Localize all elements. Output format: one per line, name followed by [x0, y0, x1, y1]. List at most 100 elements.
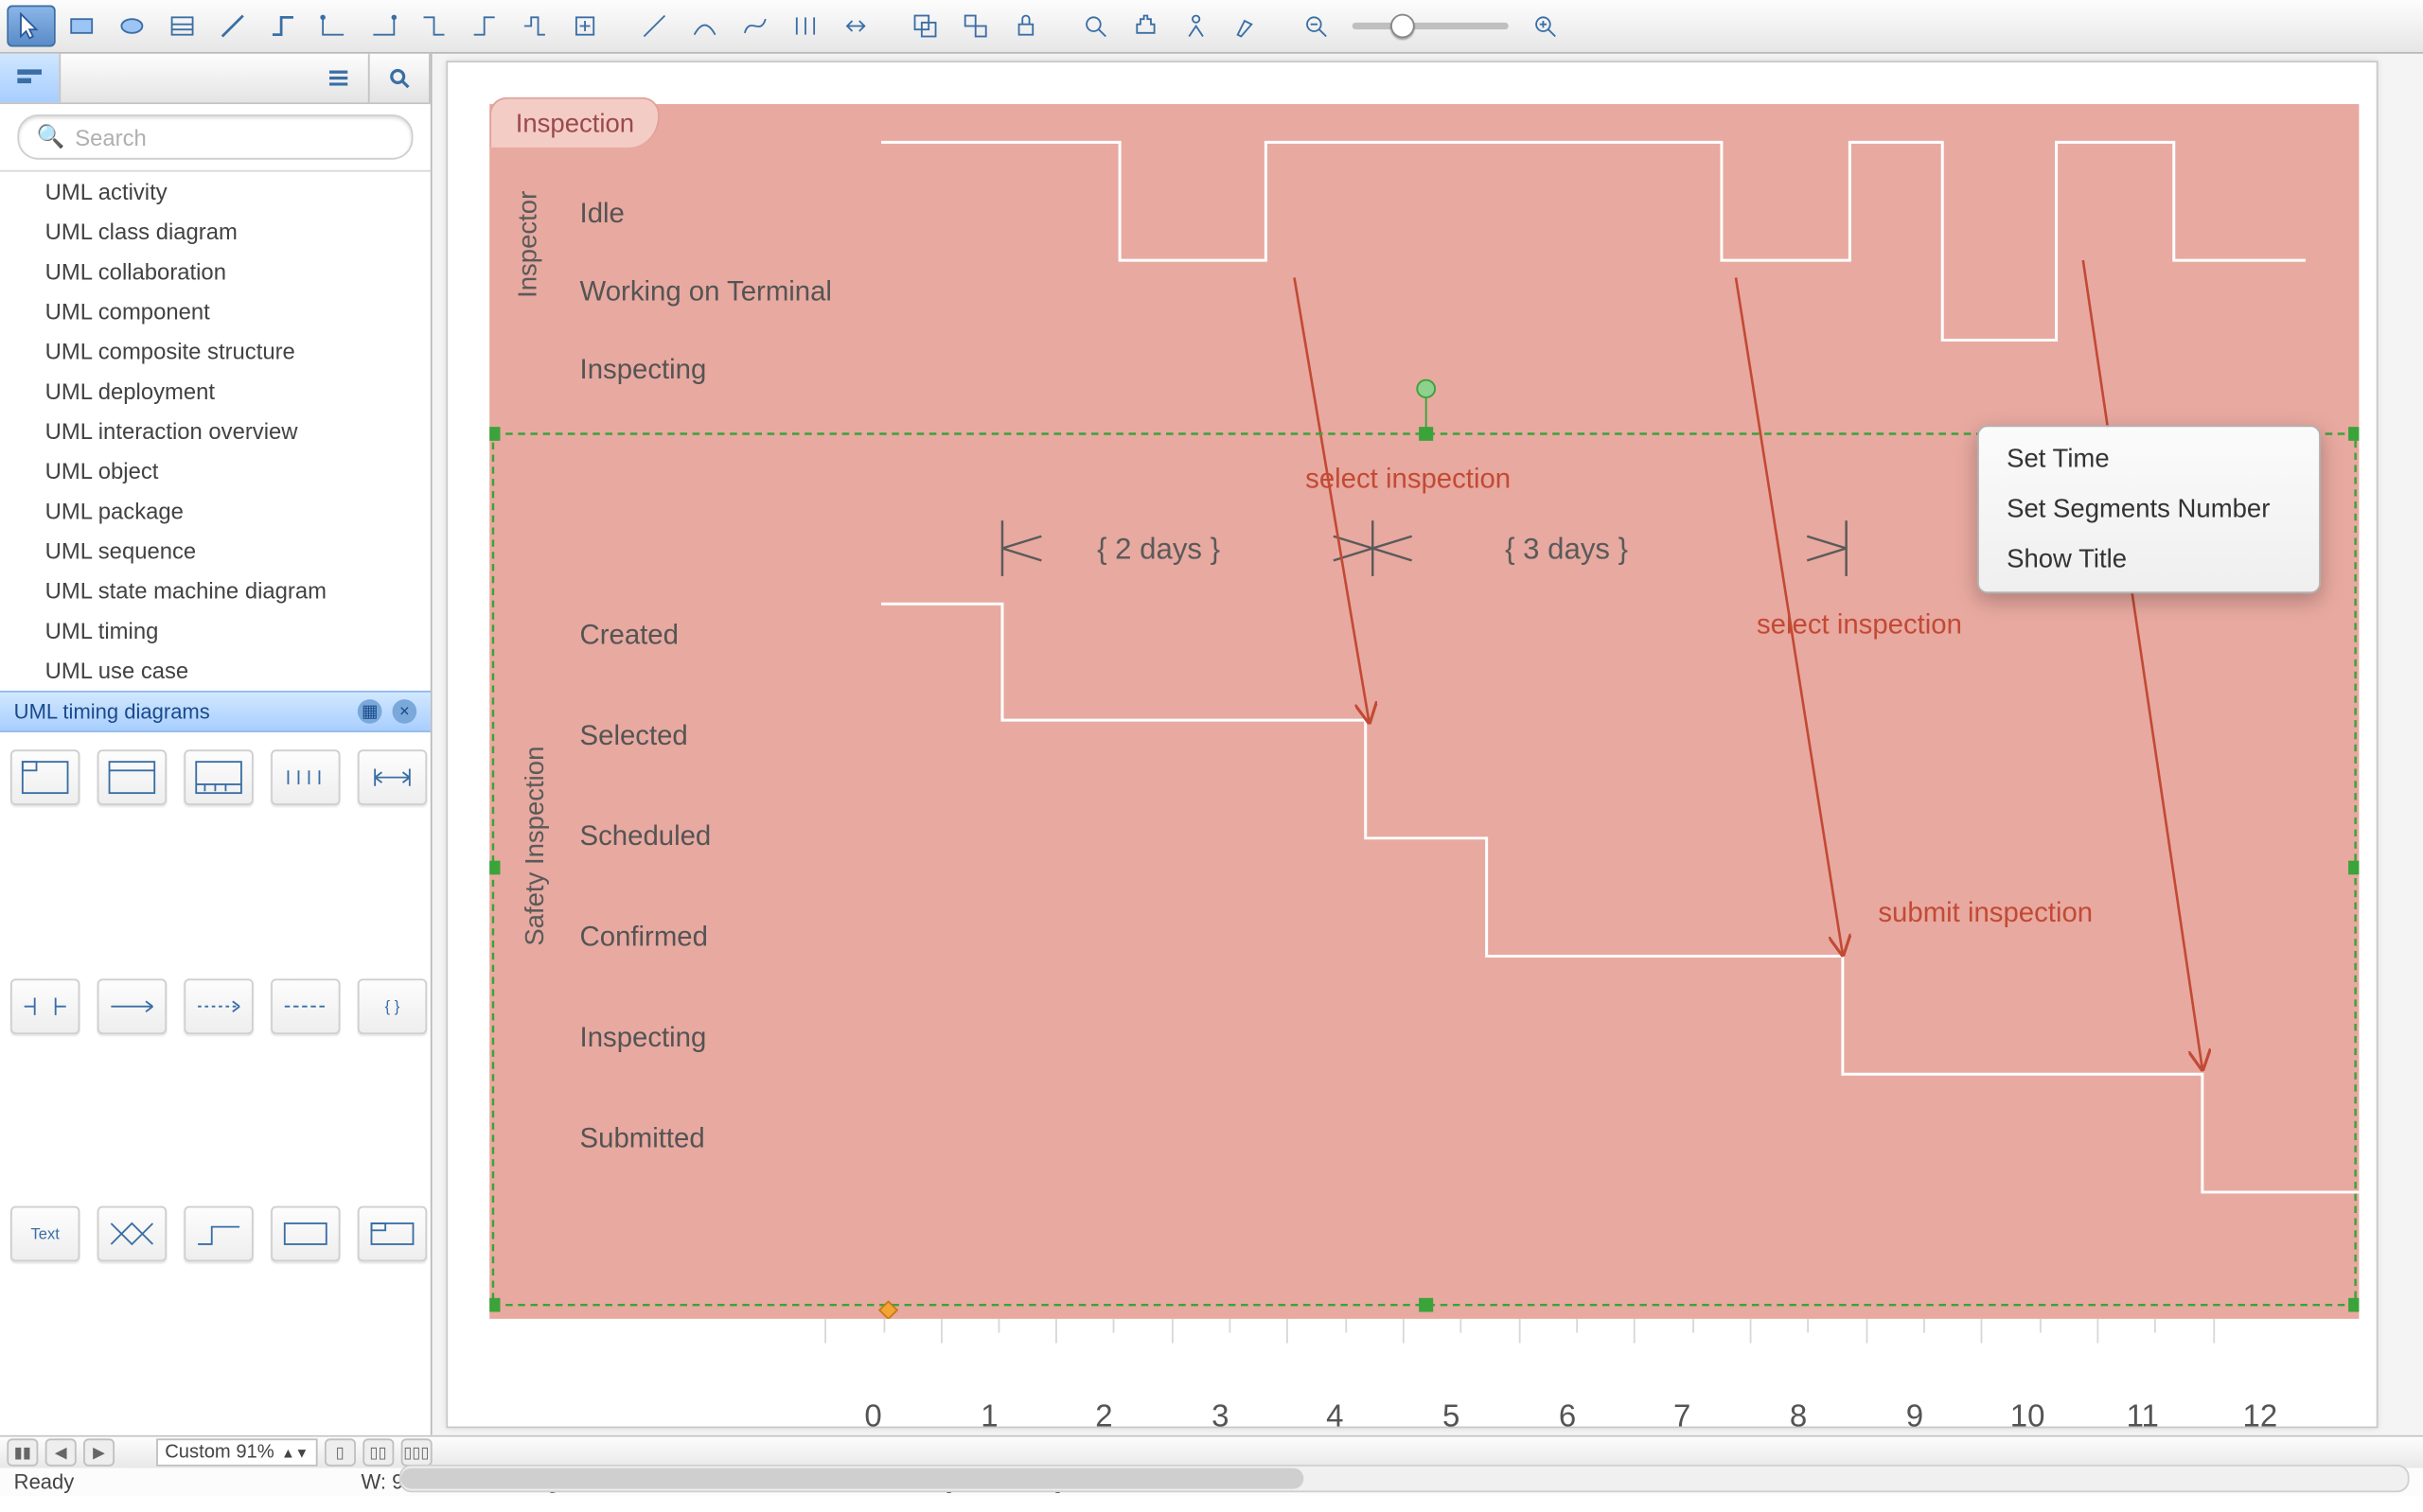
message-label: submit inspection — [1878, 899, 2093, 930]
lib-item[interactable]: UML activity — [0, 172, 431, 212]
stencil-panel-title[interactable]: UML timing diagrams ▦ × — [0, 691, 431, 732]
sidebar: 🔍 Search UML activity UML class diagram … — [0, 54, 433, 1435]
lib-item[interactable]: UML package — [0, 491, 431, 531]
highlight-tool[interactable] — [1222, 6, 1270, 47]
stencil-arrows[interactable] — [358, 749, 427, 805]
pan-tool[interactable] — [1122, 6, 1170, 47]
top-toolbar — [0, 0, 2423, 54]
tool-group-lines — [630, 6, 880, 47]
lib-item[interactable]: UML sequence — [0, 531, 431, 571]
ctx-set-time[interactable]: Set Time — [1979, 434, 2319, 484]
export-tool[interactable] — [560, 6, 609, 47]
stencil-empty[interactable] — [271, 1206, 340, 1262]
zoom-slider[interactable] — [1353, 23, 1509, 29]
lib-item[interactable]: UML use case — [0, 651, 431, 691]
route2-tool[interactable] — [360, 6, 408, 47]
route3-tool[interactable] — [410, 6, 458, 47]
timing-diagram[interactable]: Inspection Inspector Safety Inspection I… — [489, 104, 2359, 1319]
message-label: select inspection — [1757, 611, 1962, 642]
stencil-tab[interactable] — [358, 1206, 427, 1262]
duration-constraint: { 3 days } — [1505, 533, 1628, 568]
stencil-text[interactable]: Text — [10, 1206, 80, 1262]
route5-tool[interactable] — [510, 6, 558, 47]
zoom-tool[interactable] — [1071, 6, 1120, 47]
zoom-out-button[interactable] — [1291, 6, 1339, 47]
sidebar-tab-list[interactable] — [309, 54, 369, 102]
view-mode-2[interactable]: ▯▯ — [363, 1438, 394, 1466]
canvas[interactable]: Inspection Inspector Safety Inspection I… — [446, 61, 2378, 1428]
tool-group-shapes — [7, 6, 609, 47]
ctx-set-segments[interactable]: Set Segments Number — [1979, 484, 2319, 535]
duration-constraint: { 2 days } — [1097, 533, 1220, 568]
library-list: UML activity UML class diagram UML colla… — [0, 172, 431, 691]
tool-group-zoom — [1291, 6, 1568, 47]
sidebar-tabs — [0, 54, 431, 104]
save-icon[interactable]: ▦ — [358, 699, 382, 724]
ellipse-tool[interactable] — [108, 6, 156, 47]
table-tool[interactable] — [158, 6, 206, 47]
group-tool[interactable] — [901, 6, 949, 47]
lib-item[interactable]: UML composite structure — [0, 331, 431, 371]
tick-label: 6 — [1559, 1398, 1576, 1435]
search-wrap: 🔍 Search — [0, 104, 431, 172]
tick-label: 8 — [1790, 1398, 1807, 1435]
line2-tool[interactable] — [630, 6, 679, 47]
sidebar-tab-library[interactable] — [0, 54, 61, 102]
lib-item[interactable]: UML deployment — [0, 371, 431, 411]
search-input[interactable]: 🔍 Search — [17, 114, 413, 160]
curve-tool[interactable] — [681, 6, 729, 47]
zoom-slider-thumb[interactable] — [1390, 14, 1415, 39]
line-tool[interactable] — [208, 6, 256, 47]
ctx-show-title[interactable]: Show Title — [1979, 535, 2319, 585]
stencil-bar2[interactable] — [97, 978, 167, 1034]
route4-tool[interactable] — [460, 6, 508, 47]
lib-item[interactable]: UML collaboration — [0, 252, 431, 291]
tick-label: 4 — [1326, 1398, 1343, 1435]
stencil-frame[interactable] — [10, 749, 80, 805]
tool-group-view — [1071, 6, 1271, 47]
lib-item[interactable]: UML timing — [0, 611, 431, 651]
tick-label: 10 — [2010, 1398, 2045, 1435]
lib-item[interactable]: UML interaction overview — [0, 412, 431, 451]
presenter-tool[interactable] — [1172, 6, 1220, 47]
tool-group-group — [901, 6, 1051, 47]
stencil-bar4[interactable] — [271, 978, 340, 1034]
ungroup-tool[interactable] — [951, 6, 999, 47]
message-label: select inspection — [1305, 466, 1511, 497]
zoom-in-button[interactable] — [1521, 6, 1569, 47]
tick-label: 9 — [1906, 1398, 1923, 1435]
zoom-select[interactable]: Custom 91%▲▼ — [156, 1438, 317, 1466]
scroll-thumb[interactable] — [401, 1468, 1304, 1489]
stencil-frame2[interactable] — [97, 749, 167, 805]
close-icon[interactable]: × — [392, 699, 416, 724]
route1-tool[interactable] — [309, 6, 357, 47]
sidebar-tab-search[interactable] — [370, 54, 431, 102]
tick-label: 3 — [1212, 1398, 1229, 1435]
lib-item[interactable]: UML object — [0, 451, 431, 491]
prev-button[interactable]: ◀ — [45, 1438, 77, 1466]
lib-item[interactable]: UML state machine diagram — [0, 571, 431, 610]
connector-tool[interactable] — [258, 6, 307, 47]
stencil-cross[interactable] — [97, 1206, 167, 1262]
lock-tool[interactable] — [1001, 6, 1050, 47]
view-mode-3[interactable]: ▯▯▯ — [400, 1438, 432, 1466]
next-button[interactable]: ▶ — [83, 1438, 115, 1466]
stencil-ruler[interactable] — [184, 749, 253, 805]
rect-tool[interactable] — [58, 6, 106, 47]
spline-tool[interactable] — [731, 6, 779, 47]
stencil-bar3[interactable] — [184, 978, 253, 1034]
stencil-braces[interactable]: { } — [358, 978, 427, 1034]
horizontal-scrollbar[interactable] — [399, 1465, 2410, 1492]
panel-title-text: UML timing diagrams — [14, 699, 210, 724]
stencil-step[interactable] — [184, 1206, 253, 1262]
lib-item[interactable]: UML class diagram — [0, 212, 431, 252]
pointer-tool[interactable] — [7, 6, 55, 47]
canvas-area[interactable]: Inspection Inspector Safety Inspection I… — [433, 54, 2423, 1435]
lib-item[interactable]: UML component — [0, 291, 431, 331]
view-mode-1[interactable]: ▯ — [325, 1438, 356, 1466]
stencil-ticks[interactable] — [271, 749, 340, 805]
align-tool[interactable] — [781, 6, 829, 47]
pause-button[interactable]: ▮▮ — [7, 1438, 38, 1466]
stencil-bar1[interactable] — [10, 978, 80, 1034]
distribute-tool[interactable] — [831, 6, 879, 47]
